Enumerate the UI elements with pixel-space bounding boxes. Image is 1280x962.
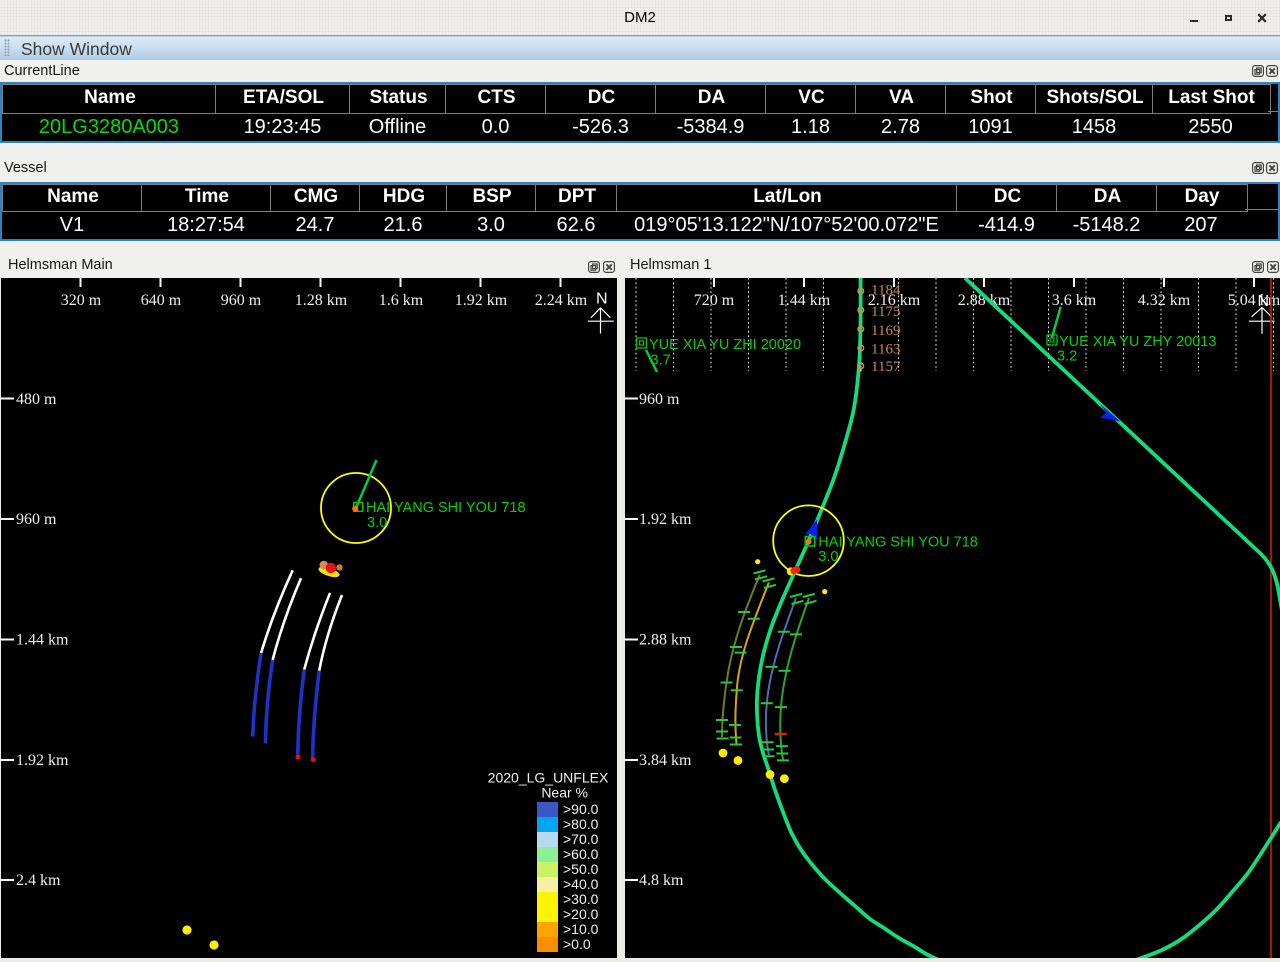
svg-text:>30.0: >30.0 xyxy=(563,891,599,907)
svg-text:720 m: 720 m xyxy=(694,292,735,309)
svg-text:4.32 km: 4.32 km xyxy=(1138,292,1191,309)
svg-text:1.92 km: 1.92 km xyxy=(16,752,69,769)
svg-text:3.7: 3.7 xyxy=(651,353,671,369)
svg-text:>20.0: >20.0 xyxy=(563,906,599,922)
svg-text:2.88 km: 2.88 km xyxy=(639,632,692,649)
svg-text:960 m: 960 m xyxy=(221,292,262,309)
svg-text:N: N xyxy=(596,291,608,308)
svg-text:1.92 km: 1.92 km xyxy=(455,292,508,309)
svg-text:2.4 km: 2.4 km xyxy=(16,872,61,889)
svg-text:960 m: 960 m xyxy=(639,391,680,408)
svg-text:>40.0: >40.0 xyxy=(563,876,599,892)
svg-text:5.04 km: 5.04 km xyxy=(1228,292,1280,309)
svg-text:480 m: 480 m xyxy=(16,391,57,408)
svg-text:2.24 km: 2.24 km xyxy=(535,292,588,309)
svg-text:1.92 km: 1.92 km xyxy=(639,511,692,528)
svg-text:>80.0: >80.0 xyxy=(563,816,599,832)
svg-text:320 m: 320 m xyxy=(61,292,102,309)
svg-text:N: N xyxy=(1258,293,1270,310)
svg-text:3.0: 3.0 xyxy=(367,515,387,531)
svg-text:4.8 km: 4.8 km xyxy=(639,872,684,889)
svg-text:>50.0: >50.0 xyxy=(563,861,599,877)
svg-text:YUE XIA YU ZHI 20020: YUE XIA YU ZHI 20020 xyxy=(649,337,801,353)
svg-text:1184: 1184 xyxy=(871,283,901,299)
svg-text:2020_LG_UNFLEX: 2020_LG_UNFLEX xyxy=(488,770,609,786)
svg-text:>0.0: >0.0 xyxy=(563,936,591,952)
svg-text:>70.0: >70.0 xyxy=(563,831,599,847)
svg-text:HAI YANG SHI YOU 718: HAI YANG SHI YOU 718 xyxy=(818,535,978,551)
svg-text:640 m: 640 m xyxy=(141,292,182,309)
svg-text:3.6 km: 3.6 km xyxy=(1052,292,1097,309)
svg-text:1163: 1163 xyxy=(871,342,900,358)
svg-text:YUE XIA YU ZHY 20013: YUE XIA YU ZHY 20013 xyxy=(1059,334,1216,350)
svg-text:Near %: Near % xyxy=(541,785,588,801)
svg-text:1157: 1157 xyxy=(871,359,901,375)
svg-text:960 m: 960 m xyxy=(16,511,57,528)
svg-text:>60.0: >60.0 xyxy=(563,846,599,862)
svg-text:1.44 km: 1.44 km xyxy=(16,632,69,649)
svg-text:1.28 km: 1.28 km xyxy=(295,292,348,309)
svg-text:1.6 km: 1.6 km xyxy=(379,292,424,309)
svg-text:3.84 km: 3.84 km xyxy=(639,752,692,769)
svg-text:1175: 1175 xyxy=(871,304,900,320)
svg-text:HAI YANG SHI YOU 718: HAI YANG SHI YOU 718 xyxy=(366,500,526,516)
svg-text:>90.0: >90.0 xyxy=(563,801,599,817)
svg-text:1169: 1169 xyxy=(871,323,900,339)
svg-text:3.2: 3.2 xyxy=(1057,349,1077,365)
svg-text:3.0: 3.0 xyxy=(818,549,838,565)
svg-text:>10.0: >10.0 xyxy=(563,921,599,937)
svg-text:1.44 km: 1.44 km xyxy=(778,292,831,309)
